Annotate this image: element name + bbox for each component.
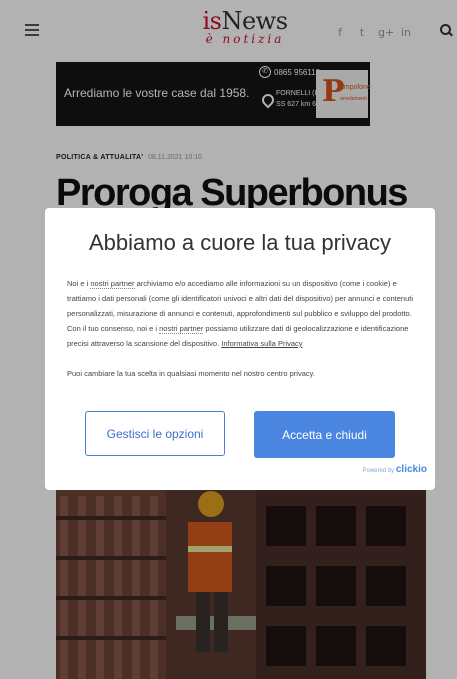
privacy-sub-text: Puoi cambiare la tua scelta in qualsiasi…: [67, 369, 315, 378]
privacy-consent-dialog: Abbiamo a cuore la tua privacy Noi e i n…: [45, 208, 435, 490]
partners-link[interactable]: nostri partner: [90, 279, 135, 289]
manage-options-button[interactable]: Gestisci le opzioni: [85, 411, 225, 456]
page: isNews è notizia f t g+ in Arrediamo le …: [0, 0, 457, 679]
powered-prefix: Powered by: [362, 468, 395, 474]
privacy-policy-link[interactable]: Informativa sulla Privacy: [221, 339, 302, 348]
accept-close-button[interactable]: Accetta e chiudi: [254, 411, 395, 458]
privacy-body-part1: Noi e i: [67, 279, 91, 288]
partners-link-2[interactable]: nostri partner: [159, 324, 204, 334]
privacy-body: Noi e i nostri partner archiviamo e/o ac…: [67, 276, 417, 351]
privacy-title: Abbiamo a cuore la tua privacy: [88, 230, 392, 255]
powered-by[interactable]: Powered by clickio: [363, 464, 428, 475]
clickio-logo: clickio: [395, 464, 427, 475]
